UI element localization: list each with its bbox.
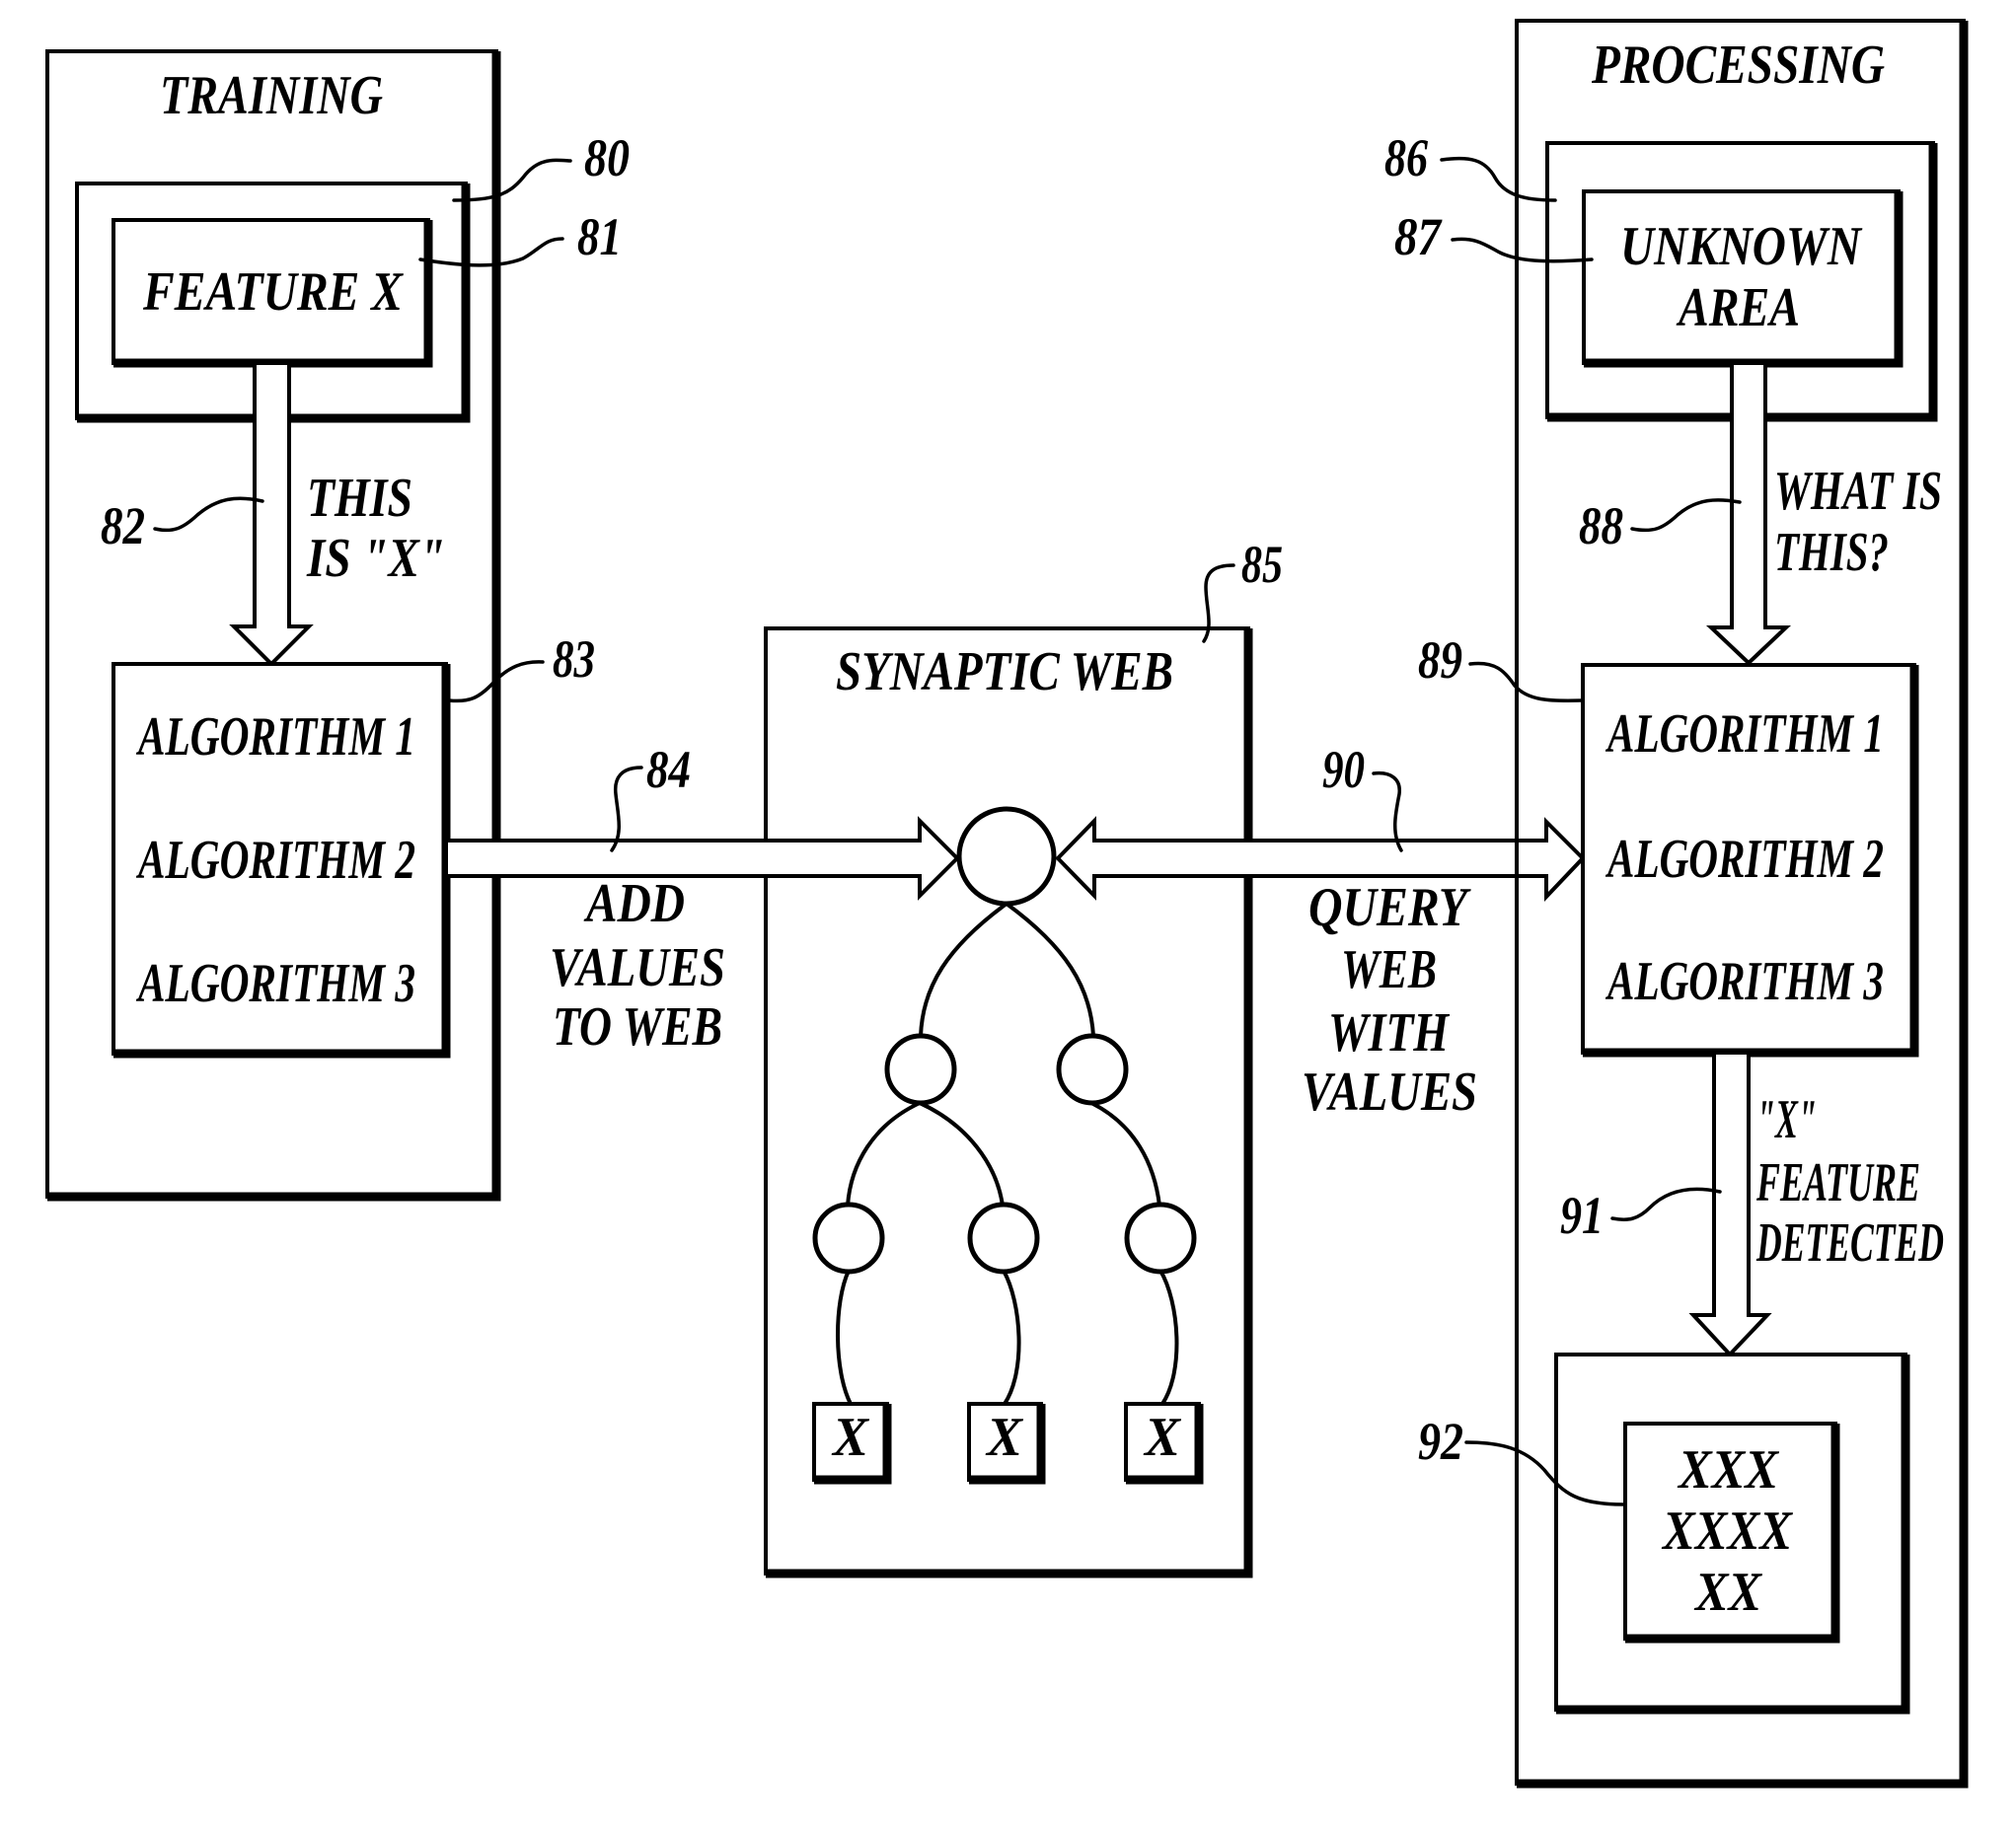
ref-84: 84 [646,740,691,799]
query-web-label-line4: VALUES [1302,1062,1477,1123]
ref-91: 91 [1560,1186,1604,1245]
training-algorithm-1: ALGORITHM 1 [136,706,415,768]
ref-81: 81 [577,207,622,266]
processing-algorithm-1: ALGORITHM 1 [1605,703,1884,765]
web-leaf-3: X [1124,1402,1204,1485]
result-line1: XXX [1677,1439,1779,1501]
this-is-x-label-line1: THIS [307,468,412,529]
add-values-label-line2: VALUES [550,937,725,998]
web-node-l3-2 [967,1202,1040,1275]
web-leaf-2: X [967,1402,1046,1485]
this-is-x-label-line2: IS "X" [306,528,445,589]
leader-84 [610,766,643,852]
processing-panel: PROCESSING UNKNOWN AREA WHAT IS THIS? AL… [1515,19,1969,1789]
web-node-root [956,806,1057,907]
leader-88 [1630,498,1742,533]
leader-91 [1610,1187,1722,1221]
ref-92: 92 [1418,1412,1463,1471]
unknown-area-line1: UNKNOWN [1620,216,1863,277]
processing-algorithm-3: ALGORITHM 3 [1605,951,1884,1012]
result-line3: XX [1693,1562,1762,1623]
leaf-x-3: X [1143,1407,1182,1468]
synaptic-web-title: SYNAPTIC WEB [836,641,1173,702]
training-algorithm-2: ALGORITHM 2 [136,830,415,891]
add-values-label-line3: TO WEB [553,996,722,1058]
feature-detected-label-line3: DETECTED [1755,1212,1944,1274]
feature-detected-label-line2: FEATURE [1755,1152,1920,1213]
query-web-label-line1: QUERY [1308,877,1471,938]
ref-88: 88 [1579,496,1623,555]
synaptic-web-panel: SYNAPTIC WEB X X X [764,626,1253,1578]
ref-83: 83 [553,629,595,689]
what-is-this-label-line2: THIS? [1774,522,1889,583]
result-line2: XXXX [1661,1501,1793,1562]
ref-82: 82 [101,496,145,555]
feature-x-text: FEATURE X [142,261,404,323]
training-algorithm-3: ALGORITHM 3 [136,953,415,1014]
feature-detected-label-line1: "X" [1756,1089,1817,1150]
processing-title: PROCESSING [1591,35,1885,96]
web-node-l2-right [1056,1033,1129,1106]
training-panel: TRAINING FEATURE X THIS IS "X" ALGORITHM… [45,49,501,1202]
add-values-label-line1: ADD [583,873,685,934]
ref-85: 85 [1241,535,1283,594]
web-node-l3-1 [812,1202,885,1275]
training-title: TRAINING [160,65,383,126]
unknown-area-line2: AREA [1677,277,1800,338]
ref-87: 87 [1394,207,1443,266]
what-is-this-label-line1: WHAT IS [1774,461,1942,522]
synaptic-web-diagram: TRAINING FEATURE X THIS IS "X" ALGORITHM… [45,19,1969,1789]
ref-90: 90 [1322,740,1365,799]
ref-86: 86 [1384,128,1428,187]
ref-80: 80 [584,128,630,187]
leaf-x-1: X [831,1407,870,1468]
query-web-label-line2: WEB [1341,939,1437,1000]
web-node-l2-left [884,1033,957,1106]
leader-89 [1468,661,1584,702]
leaf-x-2: X [985,1407,1024,1468]
web-node-l3-3 [1124,1202,1197,1275]
leader-86 [1440,156,1557,202]
processing-algorithm-2: ALGORITHM 2 [1605,829,1884,890]
ref-89: 89 [1418,630,1462,690]
web-leaf-1: X [812,1402,892,1485]
query-web-label-line3: WITH [1328,1002,1450,1063]
